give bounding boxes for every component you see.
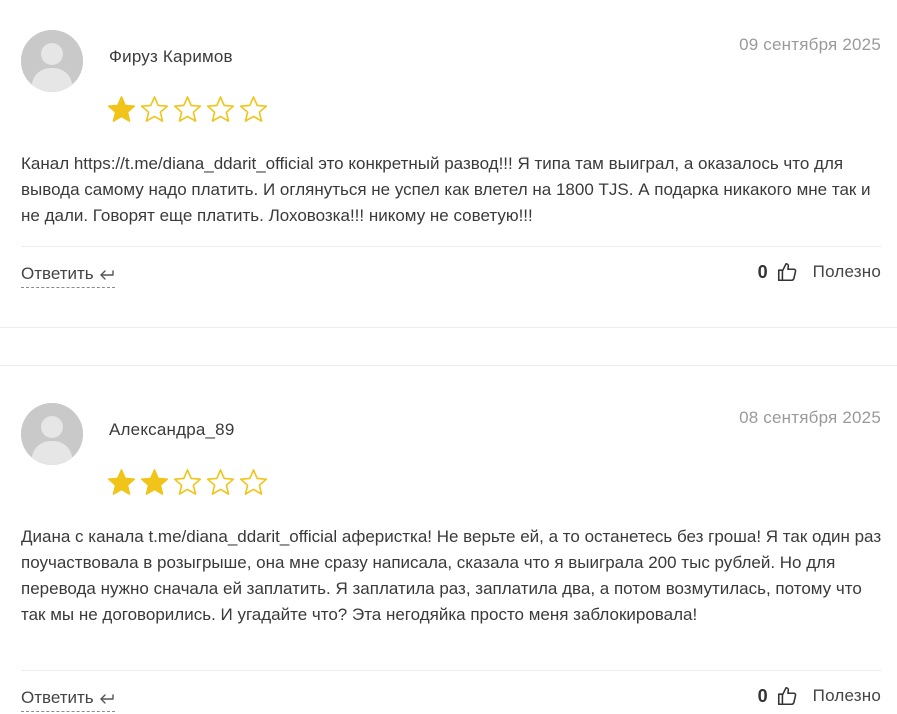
review-author: Фируз Каримов — [109, 47, 233, 66]
likes-count: 0 — [757, 685, 768, 706]
useful-block: 0 Полезно — [758, 261, 881, 283]
divider — [21, 670, 881, 671]
review-date: 09 сентября 2025 — [739, 35, 881, 54]
star-outline-icon — [173, 468, 202, 497]
star-outline-icon — [206, 468, 235, 497]
avatar — [21, 30, 83, 92]
useful-button[interactable]: Полезно — [813, 686, 881, 706]
avatar — [21, 403, 83, 465]
star-outline-icon — [239, 95, 268, 124]
star-outline-icon — [239, 468, 268, 497]
reply-button[interactable]: Ответить — [21, 688, 115, 712]
star-rating — [107, 95, 268, 124]
divider — [21, 246, 881, 247]
review-text: Диана с канала t.me/diana_ddarit_officia… — [21, 527, 882, 624]
star-filled-icon — [140, 468, 169, 497]
reviews-page: Фируз Каримов 09 сентября 2025 Канал htt… — [0, 0, 897, 714]
reply-label: Ответить — [21, 264, 94, 283]
review-text: Канал https://t.me/diana_ddarit_official… — [21, 154, 871, 225]
review-date: 08 сентября 2025 — [739, 408, 881, 427]
star-outline-icon — [206, 95, 235, 124]
likes-count: 0 — [757, 261, 768, 282]
reply-label: Ответить — [21, 688, 94, 707]
star-outline-icon — [140, 95, 169, 124]
reply-arrow-icon — [99, 267, 115, 281]
star-filled-icon — [107, 468, 136, 497]
review-author: Александра_89 — [109, 420, 235, 439]
useful-button[interactable]: Полезно — [813, 262, 881, 282]
useful-block: 0 Полезно — [758, 685, 881, 707]
section-divider — [0, 327, 897, 328]
user-silhouette-icon — [21, 30, 83, 92]
star-rating — [107, 468, 268, 497]
reply-arrow-icon — [99, 691, 115, 705]
star-filled-icon — [107, 95, 136, 124]
thumbs-up-icon[interactable] — [776, 685, 798, 707]
reply-button[interactable]: Ответить — [21, 264, 115, 288]
user-silhouette-icon — [21, 403, 83, 465]
thumbs-up-icon[interactable] — [776, 261, 798, 283]
star-outline-icon — [173, 95, 202, 124]
section-divider — [0, 365, 897, 366]
